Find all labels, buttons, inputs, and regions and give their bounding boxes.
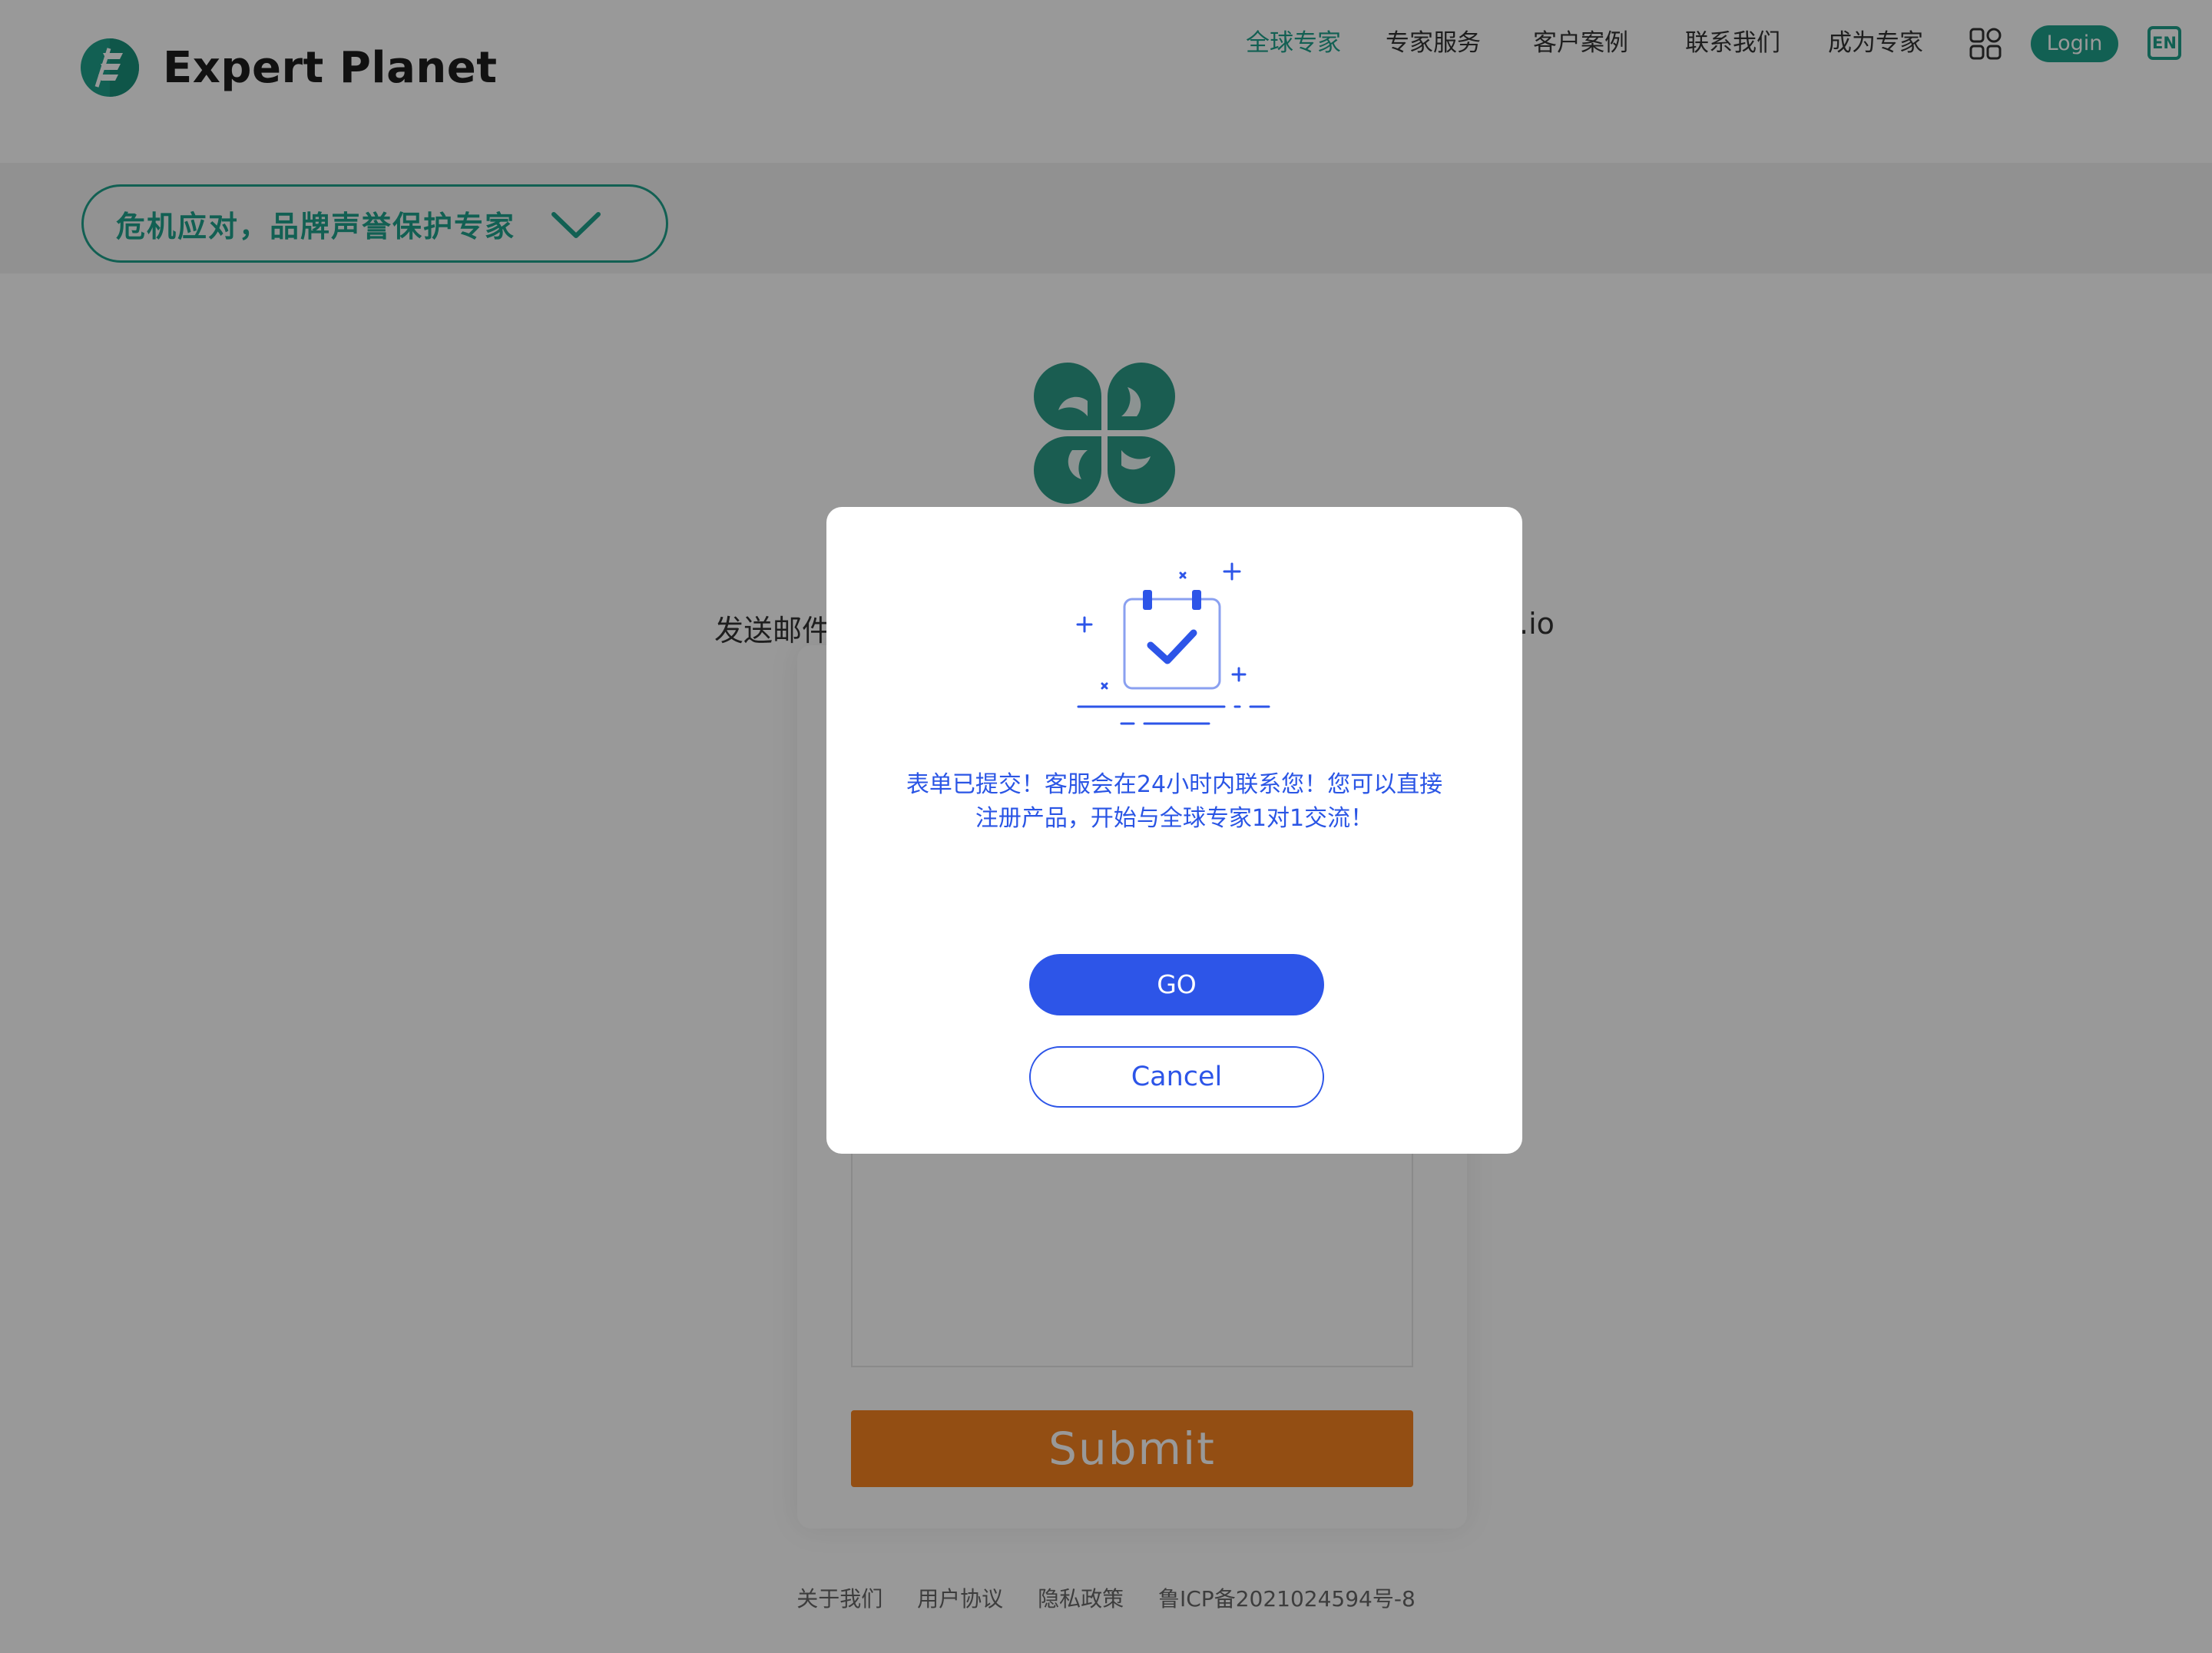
cancel-button[interactable]: Cancel (1029, 1046, 1324, 1108)
page: Expert Planet 全球专家 专家服务 客户案例 联系我们 成为专家 L… (0, 0, 2212, 1653)
go-button[interactable]: GO (1029, 954, 1324, 1015)
dialog-message: 表单已提交！客服会在24小时内联系您！您可以直接注册产品，开始与全球专家1对1交… (906, 771, 1443, 832)
calendar-check-icon (1076, 562, 1270, 725)
submission-success-dialog: 表单已提交！客服会在24小时内联系您！您可以直接注册产品，开始与全球专家1对1交… (826, 507, 1522, 1154)
